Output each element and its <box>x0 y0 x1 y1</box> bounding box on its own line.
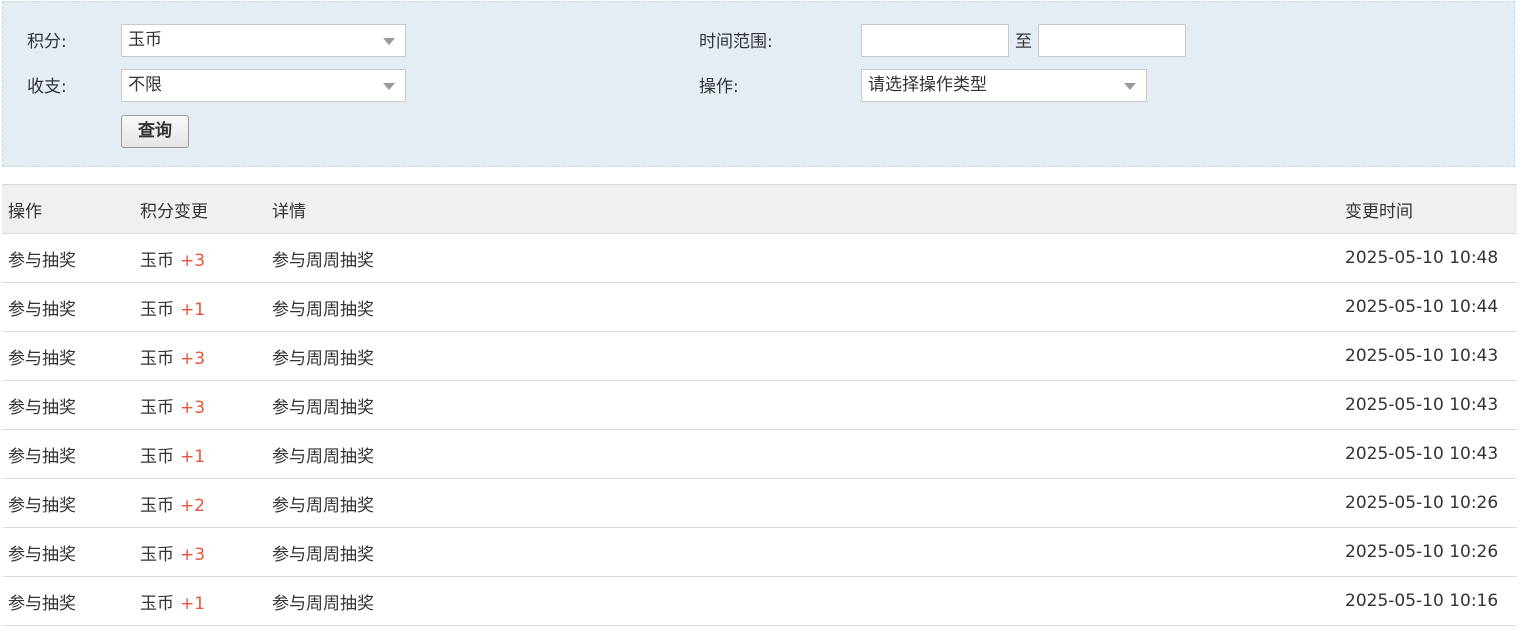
table-row: 参与抽奖 玉币 +1 参与周周抽奖 2025-05-10 10:16 <box>2 576 1517 626</box>
row-detail: 参与周周抽奖 <box>266 380 1339 430</box>
header-operation: 操作 <box>2 184 134 234</box>
row-delta: +1 <box>180 446 206 467</box>
row-detail: 参与周周抽奖 <box>266 429 1339 479</box>
table-row: 参与抽奖 玉币 +3 参与周周抽奖 2025-05-10 10:48 <box>2 233 1517 283</box>
row-operation: 参与抽奖 <box>2 527 134 577</box>
points-select[interactable]: 玉币 <box>121 24 406 57</box>
table-row: 参与抽奖 玉币 +1 参与周周抽奖 2025-05-10 10:43 <box>2 429 1517 479</box>
row-currency: 玉币 <box>140 299 174 320</box>
row-currency: 玉币 <box>140 250 174 271</box>
row-operation: 参与抽奖 <box>2 282 134 332</box>
row-operation: 参与抽奖 <box>2 233 134 283</box>
row-points-change: 玉币 +1 <box>134 576 266 626</box>
income-select[interactable]: 不限 <box>121 69 406 102</box>
table-row: 参与抽奖 玉币 +1 参与周周抽奖 2025-05-10 10:44 <box>2 282 1517 332</box>
income-select-value: 不限 <box>128 75 162 95</box>
row-operation: 参与抽奖 <box>2 380 134 430</box>
time-end-input[interactable] <box>1038 24 1186 57</box>
chevron-down-icon <box>383 38 395 45</box>
header-detail: 详情 <box>266 184 1339 234</box>
row-delta: +3 <box>180 397 206 418</box>
operation-select[interactable]: 请选择操作类型 <box>861 69 1147 102</box>
header-points-change: 积分变更 <box>134 184 266 234</box>
row-points-change: 玉币 +1 <box>134 282 266 332</box>
row-time: 2025-05-10 10:44 <box>1339 282 1517 332</box>
table-header-row: 操作 积分变更 详情 变更时间 <box>2 184 1517 234</box>
row-currency: 玉币 <box>140 593 174 614</box>
row-operation: 参与抽奖 <box>2 331 134 381</box>
header-change-time: 变更时间 <box>1339 184 1517 234</box>
row-detail: 参与周周抽奖 <box>266 478 1339 528</box>
row-time: 2025-05-10 10:43 <box>1339 380 1517 430</box>
row-points-change: 玉币 +1 <box>134 429 266 479</box>
row-detail: 参与周周抽奖 <box>266 576 1339 626</box>
chevron-down-icon <box>1124 83 1136 90</box>
table-row: 参与抽奖 玉币 +3 参与周周抽奖 2025-05-10 10:43 <box>2 380 1517 430</box>
row-time: 2025-05-10 10:43 <box>1339 331 1517 381</box>
row-delta: +1 <box>180 593 206 614</box>
points-log-table: 操作 积分变更 详情 变更时间 参与抽奖 玉币 +3 参与周周抽奖 2025-05-10… <box>2 184 1517 626</box>
row-operation: 参与抽奖 <box>2 478 134 528</box>
row-detail: 参与周周抽奖 <box>266 527 1339 577</box>
row-delta: +3 <box>180 544 206 565</box>
row-delta: +3 <box>180 348 206 369</box>
row-detail: 参与周周抽奖 <box>266 331 1339 381</box>
row-currency: 玉币 <box>140 348 174 369</box>
filter-panel: 积分: 玉币 收支: 不限 时间范围: 至 操作: 请选择操作类型 查询 <box>2 1 1515 167</box>
time-start-input[interactable] <box>861 24 1009 57</box>
points-label: 积分: <box>27 32 67 52</box>
operation-label: 操作: <box>699 77 739 97</box>
row-currency: 玉币 <box>140 495 174 516</box>
row-points-change: 玉币 +3 <box>134 233 266 283</box>
income-label: 收支: <box>27 77 67 97</box>
row-detail: 参与周周抽奖 <box>266 282 1339 332</box>
row-time: 2025-05-10 10:16 <box>1339 576 1517 626</box>
operation-select-value: 请选择操作类型 <box>868 75 987 95</box>
row-operation: 参与抽奖 <box>2 429 134 479</box>
chevron-down-icon <box>383 83 395 90</box>
query-button[interactable]: 查询 <box>121 115 189 148</box>
row-currency: 玉币 <box>140 446 174 467</box>
row-detail: 参与周周抽奖 <box>266 233 1339 283</box>
points-select-value: 玉币 <box>128 30 162 50</box>
row-points-change: 玉币 +2 <box>134 478 266 528</box>
row-delta: +1 <box>180 299 206 320</box>
time-range-label: 时间范围: <box>699 32 773 52</box>
row-delta: +3 <box>180 250 206 271</box>
row-currency: 玉币 <box>140 544 174 565</box>
table-row: 参与抽奖 玉币 +2 参与周周抽奖 2025-05-10 10:26 <box>2 478 1517 528</box>
row-currency: 玉币 <box>140 397 174 418</box>
table-row: 参与抽奖 玉币 +3 参与周周抽奖 2025-05-10 10:26 <box>2 527 1517 577</box>
row-time: 2025-05-10 10:26 <box>1339 478 1517 528</box>
row-time: 2025-05-10 10:26 <box>1339 527 1517 577</box>
row-points-change: 玉币 +3 <box>134 380 266 430</box>
row-time: 2025-05-10 10:48 <box>1339 233 1517 283</box>
table-row: 参与抽奖 玉币 +3 参与周周抽奖 2025-05-10 10:43 <box>2 331 1517 381</box>
row-points-change: 玉币 +3 <box>134 331 266 381</box>
row-operation: 参与抽奖 <box>2 576 134 626</box>
row-time: 2025-05-10 10:43 <box>1339 429 1517 479</box>
time-separator: 至 <box>1015 32 1032 52</box>
row-points-change: 玉币 +3 <box>134 527 266 577</box>
row-delta: +2 <box>180 495 206 516</box>
